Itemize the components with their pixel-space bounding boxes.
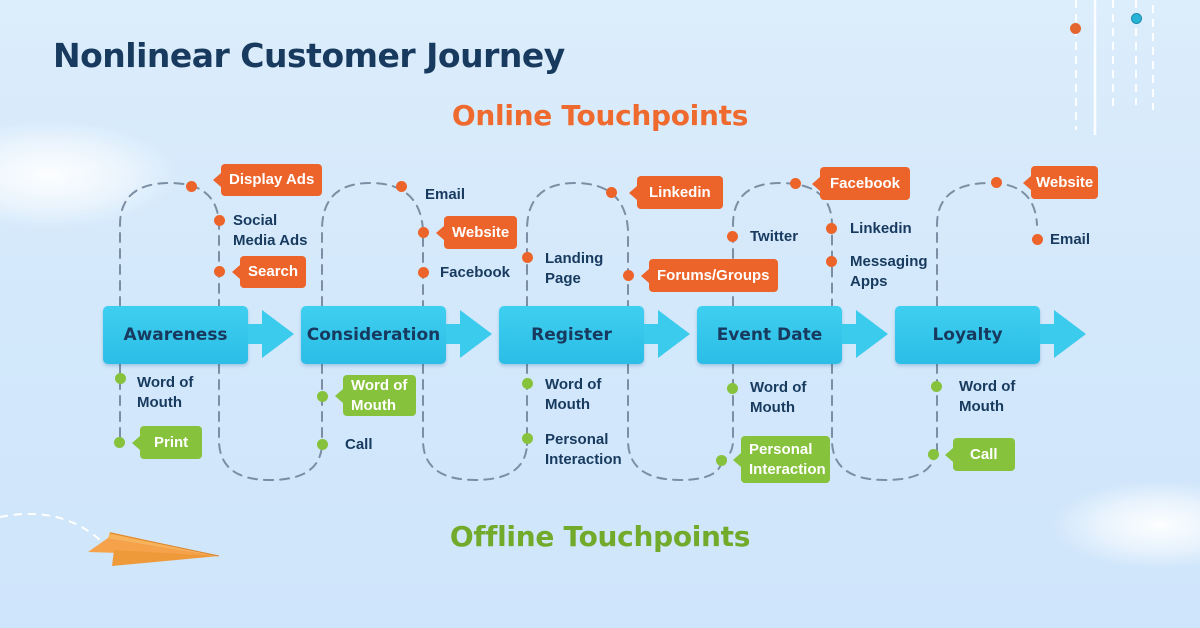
online-touchpoint-tag: Linkedin [629,176,723,209]
arrow-right-icon [842,310,888,358]
online-touchpoint-dot [623,270,634,281]
online-touchpoint-dot [214,215,225,226]
offline-touchpoint-tag: Call [945,438,1015,471]
online-touchpoint-label: Landing Page [545,250,604,287]
stage-label: Register [531,325,612,345]
online-touchpoint-tag: Website [435,216,518,249]
online-touchpoint-dot [826,256,837,267]
online-touchpoint-dot [826,223,837,234]
offline-touchpoint-dot [522,433,533,444]
arrow-right-icon [644,310,690,358]
stage-label: Awareness [123,325,228,345]
online-touchpoint-label: Twitter [750,228,799,245]
offline-touchpoint-dot [716,455,727,466]
offline-touchpoint-label: Word of Mouth [959,378,1016,415]
stage-register: Register [499,306,644,364]
offline-touchpoint-tag: Word of Mouth [335,375,416,416]
stage-label: Consideration [306,325,441,345]
online-touchpoint-dot [1032,234,1043,245]
online-touchpoint-label: Facebook [440,264,511,281]
online-touchpoint-dot [991,177,1002,188]
online-touchpoint-dot [214,266,225,277]
online-touchpoint-label: Messaging Apps [850,253,928,290]
offline-touchpoint-tag: Print [131,426,203,459]
online-touchpoint-dot [522,252,533,263]
online-touchpoint-dot [727,231,738,242]
offline-touchpoint-label: Call [345,436,373,453]
online-touchpoint-dot [790,178,801,189]
online-touchpoint-dot [606,187,617,198]
online-touchpoint-label: Social Media Ads [233,212,308,249]
offline-touchpoint-dot [931,381,942,392]
offline-touchpoint-dot [115,373,126,384]
arrow-right-icon [1040,310,1086,358]
stage-event-date: Event Date [697,306,842,364]
online-touchpoint-dot [186,181,197,192]
online-touchpoint-tag: Forums/Groups [641,259,778,292]
stage-consideration: Consideration [301,306,446,364]
offline-touchpoint-label: Word of Mouth [750,379,807,416]
stage-label: Loyalty [932,325,1003,345]
online-touchpoint-tag: Facebook [811,167,911,200]
stage-awareness: Awareness [103,306,248,364]
online-touchpoint-tag: Website [1022,166,1099,199]
offline-touchpoint-tag: Personal Interaction [733,436,830,483]
offline-touchpoint-label: Word of Mouth [545,376,602,413]
online-touchpoint-label: Email [1050,231,1091,248]
offline-touchpoint-label: Personal Interaction [545,431,622,468]
online-touchpoint-dot [396,181,407,192]
offline-touchpoint-dot [928,449,939,460]
online-touchpoint-dot [418,267,429,278]
offline-touchpoint-dot [522,378,533,389]
online-touchpoint-tag: Search [231,256,307,288]
online-touchpoint-label: Linkedin [850,220,912,237]
online-touchpoint-label: Email [425,186,466,203]
online-touchpoint-tag: Display Ads [212,164,323,196]
arrow-right-icon [446,310,492,358]
offline-touchpoint-dot [317,391,328,402]
stage-loyalty: Loyalty [895,306,1040,364]
stage-label: Event Date [716,325,823,345]
offline-touchpoint-label: Word of Mouth [137,374,194,411]
online-touchpoint-dot [418,227,429,238]
offline-touchpoint-dot [317,439,328,450]
arrow-right-icon [248,310,294,358]
offline-touchpoint-dot [114,437,125,448]
offline-touchpoint-dot [727,383,738,394]
